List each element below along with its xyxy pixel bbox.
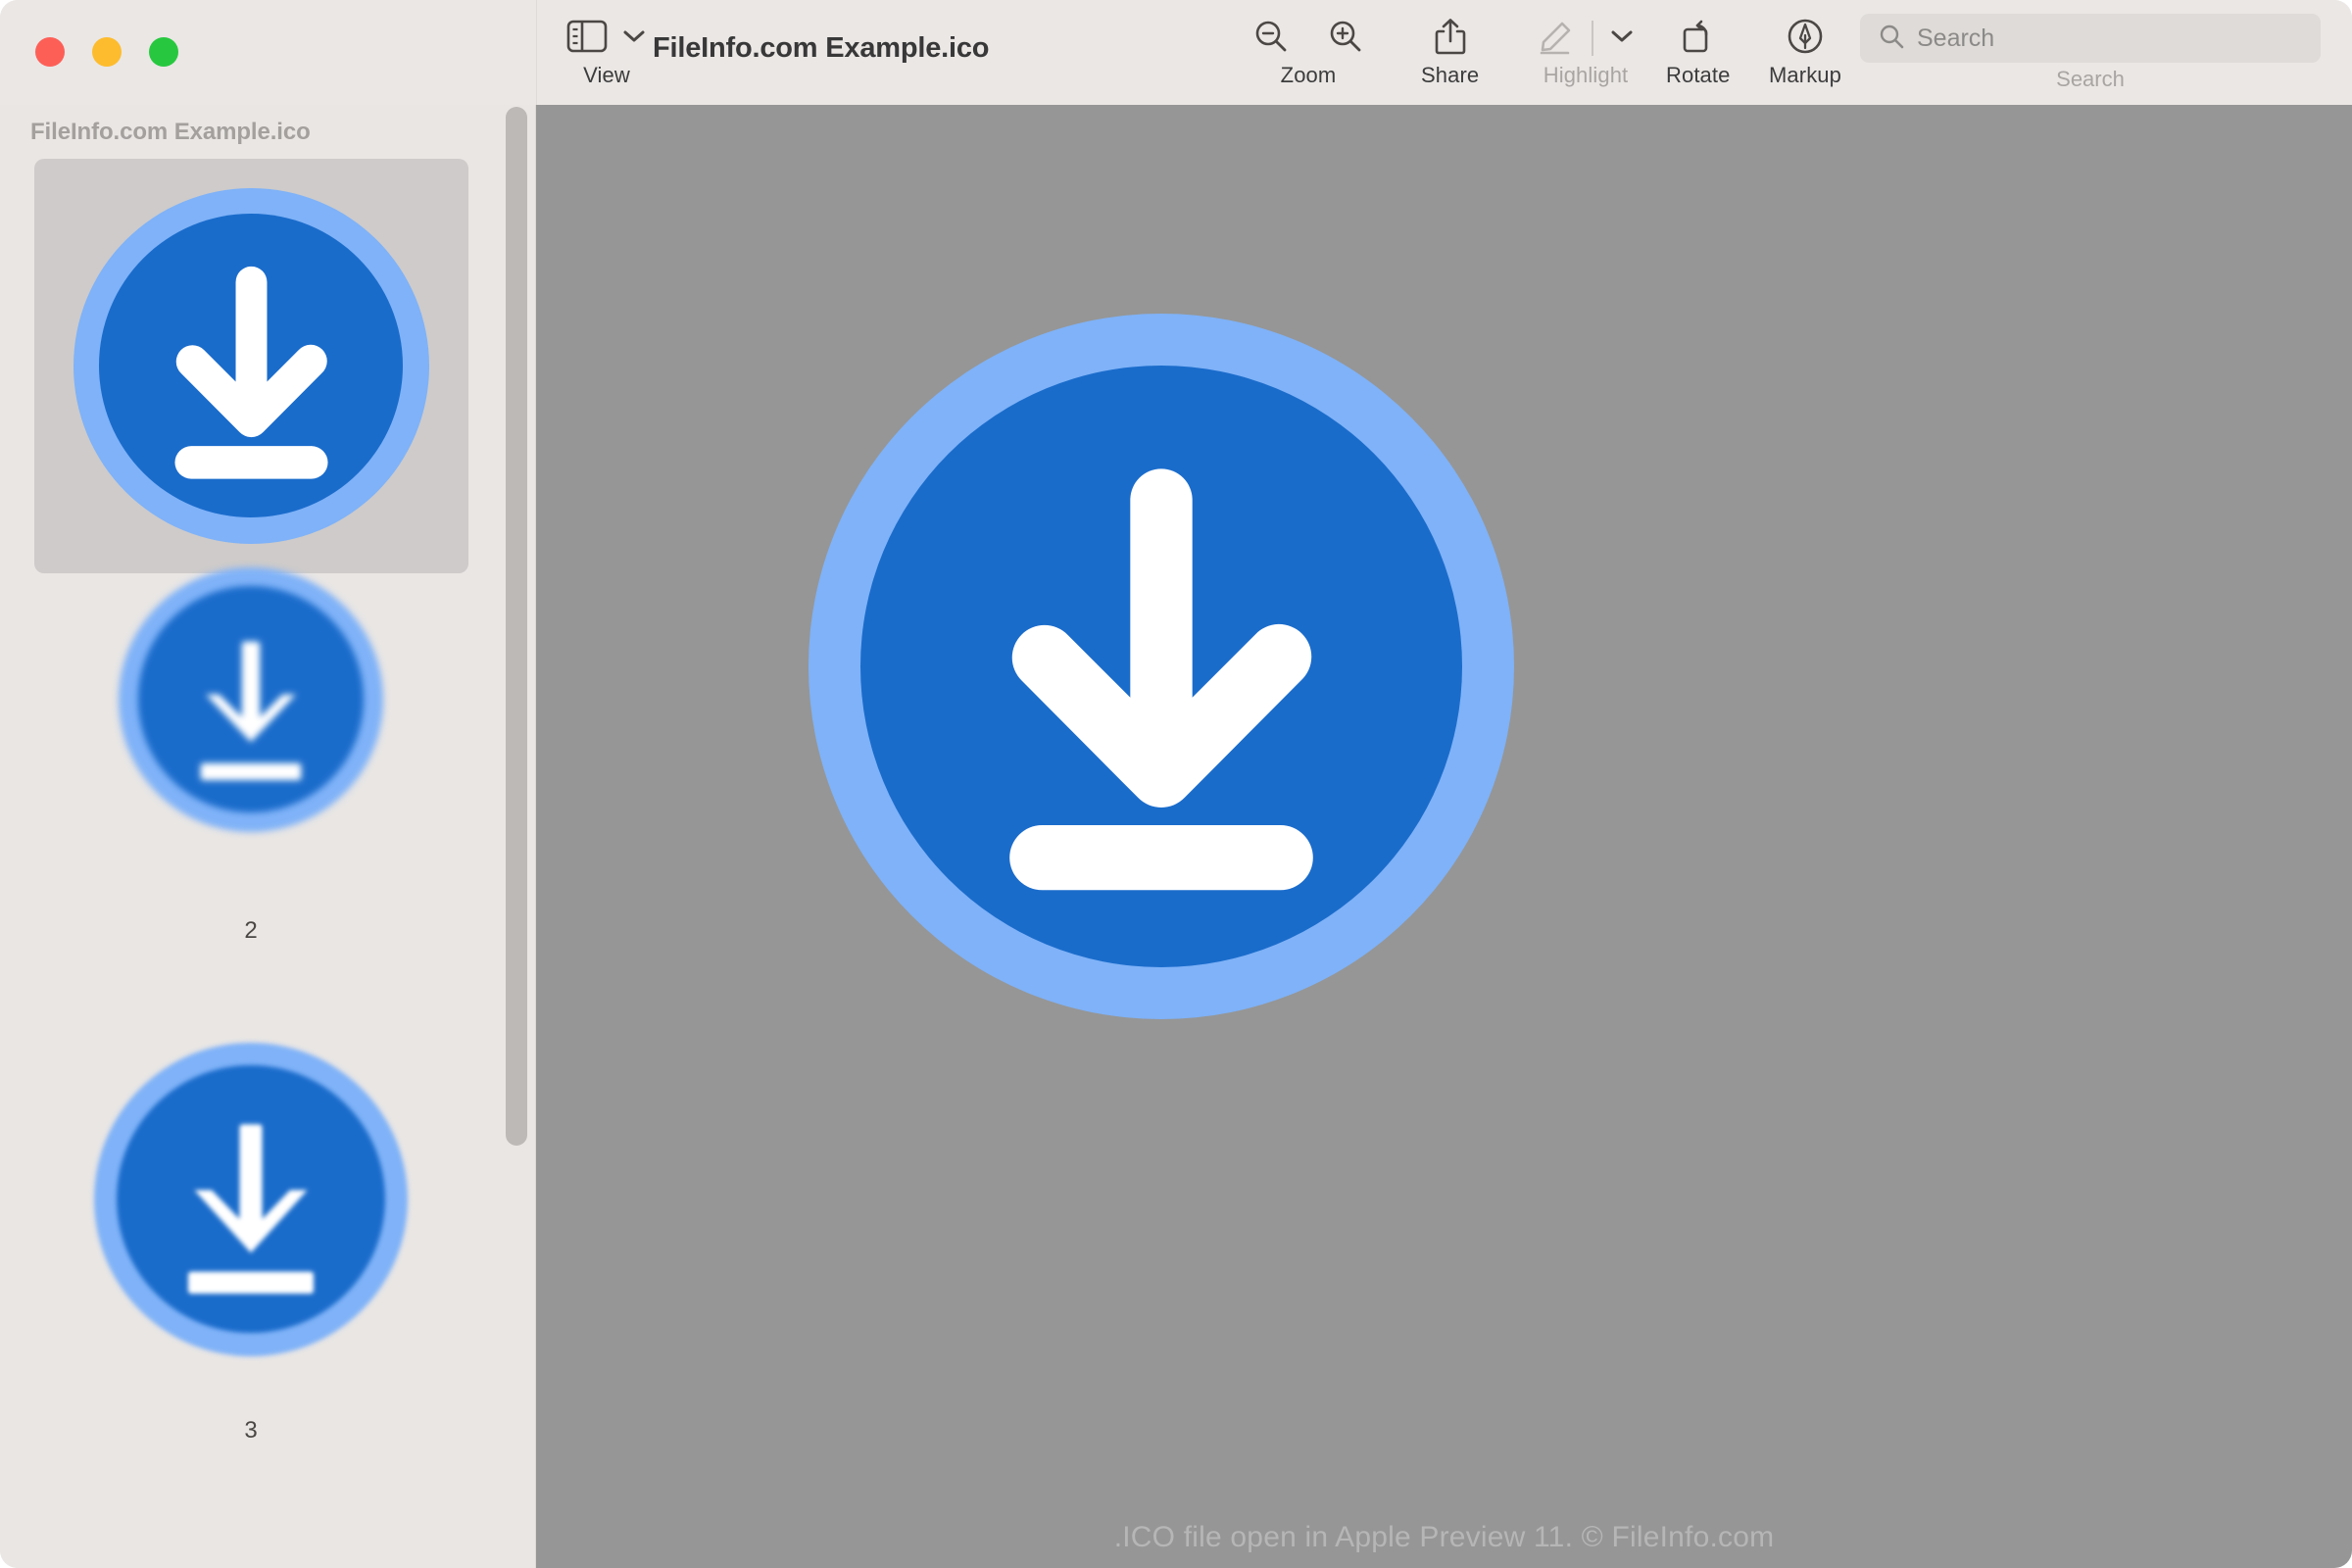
zoom-label: Zoom (1280, 63, 1337, 87)
blue-download-icon (73, 188, 429, 544)
list-item[interactable]: 3 (0, 992, 502, 1447)
highlight-label: Highlight (1543, 63, 1629, 87)
highlight-glyph-row (1537, 16, 1635, 61)
document-canvas[interactable]: .ICO file open in Apple Preview 11. © Fi… (536, 105, 2352, 1568)
view-glyph-row (566, 16, 647, 61)
rotate-left-icon[interactable] (1680, 18, 1717, 60)
highlight-controls[interactable]: Highlight (1537, 16, 1635, 88)
window-toolbar: View FileInfo.com Example.ico Zoom Share… (0, 0, 2352, 105)
sidebar-toggle-icon[interactable] (566, 20, 608, 58)
toolbar-separator (1592, 21, 1593, 56)
traffic-light-controls (35, 37, 178, 67)
markup-glyph (1786, 16, 1825, 61)
magnifier-minus-icon[interactable] (1252, 18, 1290, 60)
scrollbar-thumb[interactable] (506, 107, 527, 1146)
search-input[interactable]: Search (1917, 24, 1994, 53)
share-label: Share (1421, 63, 1480, 87)
page-number: 3 (244, 1417, 258, 1444)
zoom-window-button[interactable] (149, 37, 178, 67)
view-sidebar-toggle[interactable]: View (566, 16, 647, 88)
view-label: View (583, 63, 630, 87)
rotate-label: Rotate (1666, 63, 1731, 87)
icon-download-arrow (200, 641, 302, 780)
share-glyph (1434, 16, 1467, 61)
search-area: Search Search (1860, 14, 2321, 92)
icon-download-arrow (188, 1123, 314, 1294)
sidebar-scrollbar[interactable] (506, 105, 533, 1568)
blue-download-icon[interactable] (808, 314, 1514, 1019)
pen-highlight-icon (1537, 18, 1576, 60)
markup-pen-nib-icon[interactable] (1786, 17, 1825, 61)
toolbar-divider (536, 0, 537, 105)
minimize-button[interactable] (92, 37, 122, 67)
thumbnail-page-2[interactable] (34, 492, 468, 906)
chevron-down-icon[interactable] (1609, 27, 1635, 50)
icon-download-arrow (1009, 468, 1313, 891)
blue-download-icon (94, 1042, 408, 1356)
sidebar-title: FileInfo.com Example.ico (30, 119, 311, 145)
search-field[interactable]: Search (1860, 14, 2321, 63)
markup-label: Markup (1769, 63, 1841, 87)
search-label: Search (2056, 67, 2125, 91)
zoom-buttons-row (1252, 16, 1364, 61)
search-icon (1878, 23, 1905, 55)
close-button[interactable] (35, 37, 65, 67)
sidebar-divider (535, 105, 536, 1568)
watermark-text: .ICO file open in Apple Preview 11. © Fi… (1113, 1521, 1775, 1553)
icon-download-arrow (173, 266, 328, 479)
page-number: 2 (244, 917, 258, 944)
list-item[interactable]: 2 (0, 492, 502, 948)
chevron-down-icon[interactable] (621, 27, 647, 50)
thumbnail-sidebar[interactable]: FileInfo.com Example.ico 1 (0, 105, 536, 1568)
zoom-controls: Zoom (1252, 16, 1364, 88)
preview-window: View FileInfo.com Example.ico Zoom Share… (0, 0, 2352, 1568)
share-upload-icon[interactable] (1434, 17, 1467, 61)
magnifier-plus-icon[interactable] (1327, 18, 1364, 60)
blue-download-icon (119, 566, 383, 832)
window-title: FileInfo.com Example.ico (653, 32, 990, 64)
rotate-glyph (1680, 16, 1717, 61)
markup-button[interactable]: Markup (1769, 16, 1841, 88)
rotate-button[interactable]: Rotate (1666, 16, 1730, 88)
thumbnail-page-3[interactable] (34, 992, 468, 1406)
share-button[interactable]: Share (1421, 16, 1479, 88)
